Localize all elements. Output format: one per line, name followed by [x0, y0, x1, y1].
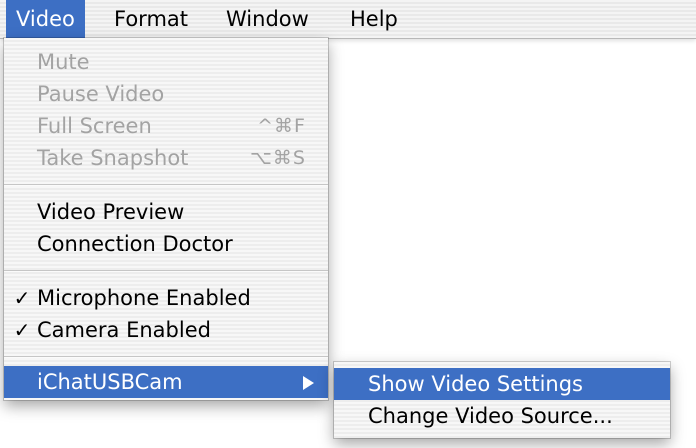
triangle-right-icon [303, 376, 314, 390]
menu-item-connection-doctor[interactable]: Connection Doctor [4, 228, 328, 260]
menu-item-label: Show Video Settings [368, 372, 583, 396]
checkmark-icon: ✓ [13, 318, 31, 342]
menu-item-label: Full Screen [37, 114, 152, 138]
menu-item-ichatusbcam[interactable]: iChatUSBCam [4, 366, 328, 398]
video-menu: Mute Pause Video Full Screen ^⌘F Take Sn… [4, 38, 328, 400]
menu-item-microphone-enabled[interactable]: ✓ Microphone Enabled [4, 282, 328, 314]
menu-item-label: Camera Enabled [37, 318, 211, 342]
menu-item-change-video-source[interactable]: Change Video Source... [334, 400, 670, 432]
menu-item-pause-video[interactable]: Pause Video [4, 78, 328, 110]
checkmark-icon: ✓ [13, 286, 31, 310]
menu-help[interactable]: Help [340, 0, 408, 38]
menu-item-label: Video Preview [37, 200, 185, 224]
menu-item-label: iChatUSBCam [37, 370, 183, 394]
menu-separator [4, 184, 328, 186]
menu-window[interactable]: Window [216, 0, 319, 38]
menu-item-mute[interactable]: Mute [4, 46, 328, 78]
menu-separator [4, 356, 328, 358]
menu-separator [4, 270, 328, 272]
menu-item-show-video-settings[interactable]: Show Video Settings [334, 368, 670, 400]
shortcut-full-screen: ^⌘F [257, 115, 306, 137]
shortcut-take-snapshot: ⌥⌘S [250, 147, 306, 169]
menu-video[interactable]: Video [6, 0, 85, 38]
menu-format[interactable]: Format [104, 0, 198, 38]
menu-bar: Video Format Window Help [0, 0, 696, 39]
menu-item-label: Connection Doctor [37, 232, 233, 256]
ichatusbcam-submenu: Show Video Settings Change Video Source.… [334, 362, 670, 438]
menu-item-label: Pause Video [37, 82, 165, 106]
menu-item-take-snapshot[interactable]: Take Snapshot ⌥⌘S [4, 142, 328, 174]
menu-item-label: Mute [37, 50, 90, 74]
menu-item-full-screen[interactable]: Full Screen ^⌘F [4, 110, 328, 142]
screen: Video Format Window Help Mute Pause Vide… [0, 0, 696, 448]
menu-item-camera-enabled[interactable]: ✓ Camera Enabled [4, 314, 328, 346]
menu-item-label: Microphone Enabled [37, 286, 251, 310]
menu-item-label: Take Snapshot [37, 146, 189, 170]
menu-item-video-preview[interactable]: Video Preview [4, 196, 328, 228]
menu-item-label: Change Video Source... [368, 404, 613, 428]
